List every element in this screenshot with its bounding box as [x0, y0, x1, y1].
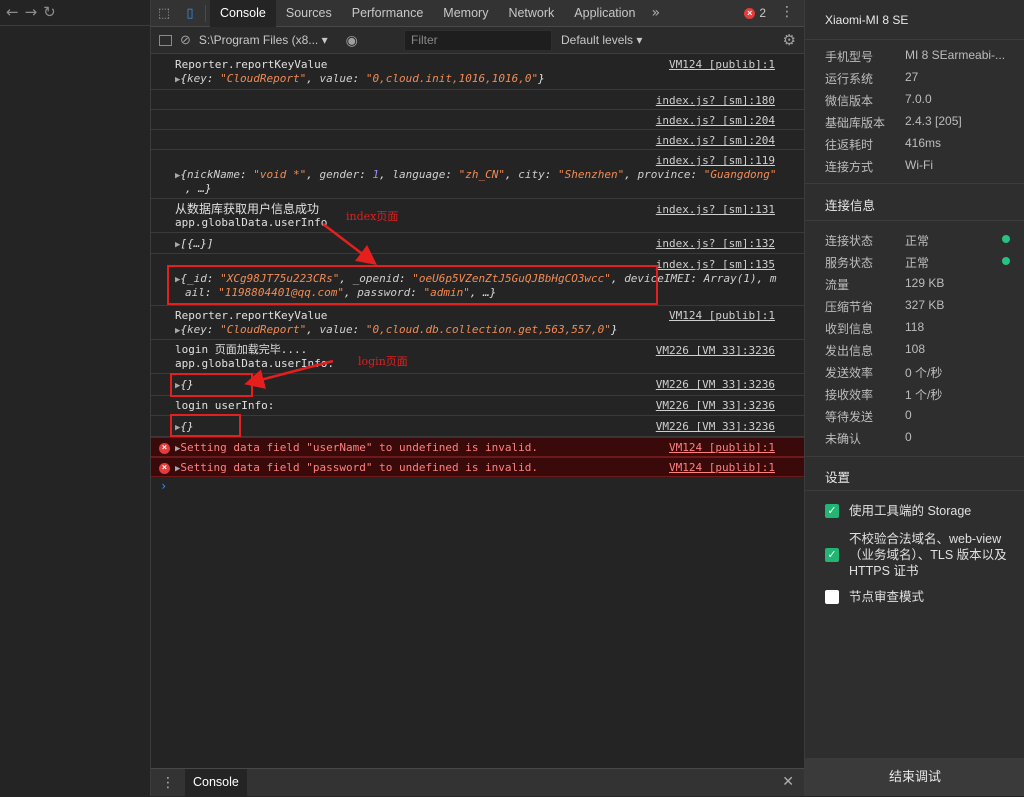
more-tabs-icon[interactable]: » — [645, 5, 666, 21]
error-icon: × — [744, 7, 756, 19]
conn-info-key: 收到信息 — [825, 322, 874, 336]
context-label: S:\Program Files (x8... — [198, 33, 319, 47]
conn-info-key: 压缩节省 — [825, 300, 874, 314]
conn-info-value: 正常 — [905, 234, 930, 248]
conn-info-key: 服务状态 — [825, 256, 874, 270]
node-inspect-checkbox[interactable] — [825, 590, 839, 604]
device-info-key: 连接方式 — [825, 160, 874, 174]
device-info-value: MI 8 SEarmeabi-... — [905, 48, 1006, 62]
levels-label: Default levels — [561, 33, 634, 47]
annotation-arrows — [244, 223, 377, 389]
storage-checkbox[interactable]: ✓ — [825, 504, 839, 518]
error-counter[interactable]: × 2 — [744, 6, 766, 20]
clear-console-icon[interactable]: ⊘ — [180, 32, 191, 48]
divider — [805, 456, 1024, 457]
device-info-value: Wi-Fi — [905, 158, 933, 172]
conn-info-key: 等待发送 — [825, 410, 874, 424]
simulator-pane: ← → ↻ — [0, 0, 151, 796]
conn-info-key: 接收效率 — [825, 388, 874, 402]
conn-info-key: 发送效率 — [825, 366, 874, 380]
settings-title: 设置 — [825, 471, 851, 485]
conn-info-value: 108 — [905, 342, 926, 356]
device-info-key: 运行系统 — [825, 72, 874, 86]
status-dot-icon — [1002, 257, 1010, 265]
divider — [805, 490, 1024, 491]
domain-check-checkbox[interactable]: ✓ — [825, 548, 839, 562]
conn-info-key: 流量 — [825, 278, 850, 292]
tab-performance[interactable]: Performance — [342, 0, 434, 27]
devtools-panel: ⬚ ▯ Console Sources Performance Memory N… — [151, 0, 804, 797]
back-icon[interactable]: ← — [6, 5, 19, 20]
conn-title: 连接信息 — [825, 199, 876, 213]
console-toolbar: ⊘ S:\Program Files (x8... ▾ ◉ Filter Def… — [151, 27, 804, 54]
conn-info-key: 发出信息 — [825, 344, 874, 358]
devtools-menu-icon[interactable]: ⋮ — [780, 4, 794, 20]
devtools-tabbar: ⬚ ▯ Console Sources Performance Memory N… — [151, 0, 804, 27]
device-info-key: 手机型号 — [825, 50, 874, 64]
device-info-value: 7.0.0 — [905, 92, 932, 106]
context-select[interactable]: S:\Program Files (x8... ▾ — [199, 33, 328, 47]
domain-check-label: 不校验合法域名、web-view（业务域名）、TLS 版本以及 HTTPS 证书 — [849, 532, 1007, 578]
device-info-key: 微信版本 — [825, 94, 874, 108]
status-dot-icon — [1002, 235, 1010, 243]
refresh-icon[interactable]: ↻ — [43, 5, 56, 20]
remote-debug-sidebar: Xiaomi-MI 8 SE 手机型号 MI 8 SEarmeabi-... 运行系… — [804, 0, 1024, 796]
gear-icon[interactable]: ⚙ — [783, 31, 796, 49]
conn-info-value: 0 — [905, 430, 912, 444]
conn-info-value: 0 个/秒 — [905, 366, 943, 380]
end-debug-button[interactable]: 结束调试 — [805, 758, 1024, 796]
tab-memory[interactable]: Memory — [433, 0, 498, 27]
device-info-value: 2.4.3 [205] — [905, 114, 962, 128]
drawer-tab-console[interactable]: Console — [185, 768, 247, 797]
conn-info-value: 1 个/秒 — [905, 388, 943, 402]
node-inspect-label: 节点审查模式 — [849, 590, 925, 604]
conn-info-value: 118 — [905, 320, 925, 334]
tab-console[interactable]: Console — [210, 0, 276, 27]
device-info-value: 27 — [905, 70, 919, 84]
inspect-element-icon[interactable]: ⬚ — [151, 0, 177, 27]
toolbar-divider — [205, 4, 206, 22]
forward-icon[interactable]: → — [25, 5, 38, 20]
error-count: 2 — [759, 6, 766, 20]
tab-sources[interactable]: Sources — [276, 0, 342, 27]
tab-network[interactable]: Network — [498, 0, 564, 27]
device-toggle-icon[interactable]: ▯ — [177, 0, 203, 27]
conn-info-key: 未确认 — [825, 432, 862, 446]
device-name: Xiaomi-MI 8 SE — [805, 0, 1024, 40]
drawer-menu-icon[interactable]: ⋮ — [151, 775, 185, 791]
close-icon[interactable]: ✕ — [782, 774, 794, 790]
divider — [805, 183, 1024, 184]
storage-label: 使用工具端的 Storage — [849, 504, 972, 518]
drawer-bar: ⋮ Console ✕ — [151, 768, 804, 797]
divider — [805, 220, 1024, 221]
conn-info-value: 129 KB — [905, 276, 945, 290]
simulator-nav: ← → ↻ — [0, 0, 150, 26]
conn-info-key: 连接状态 — [825, 234, 874, 248]
conn-info-value: 327 KB — [905, 298, 945, 312]
device-info-key: 往返耗时 — [825, 138, 874, 152]
tab-application[interactable]: Application — [564, 0, 645, 27]
console-output: Reporter.reportKeyValue VM124 [publib]:1… — [151, 55, 804, 768]
filter-input[interactable]: Filter — [404, 30, 552, 51]
device-info-value: 416ms — [905, 136, 942, 150]
sidebar-toggle-icon[interactable] — [159, 34, 172, 46]
levels-select[interactable]: Default levels ▾ — [561, 33, 642, 47]
device-info-key: 基础库版本 — [825, 116, 886, 130]
eye-icon[interactable]: ◉ — [346, 32, 358, 49]
conn-info-value: 正常 — [905, 256, 930, 270]
conn-info-value: 0 — [905, 408, 912, 422]
